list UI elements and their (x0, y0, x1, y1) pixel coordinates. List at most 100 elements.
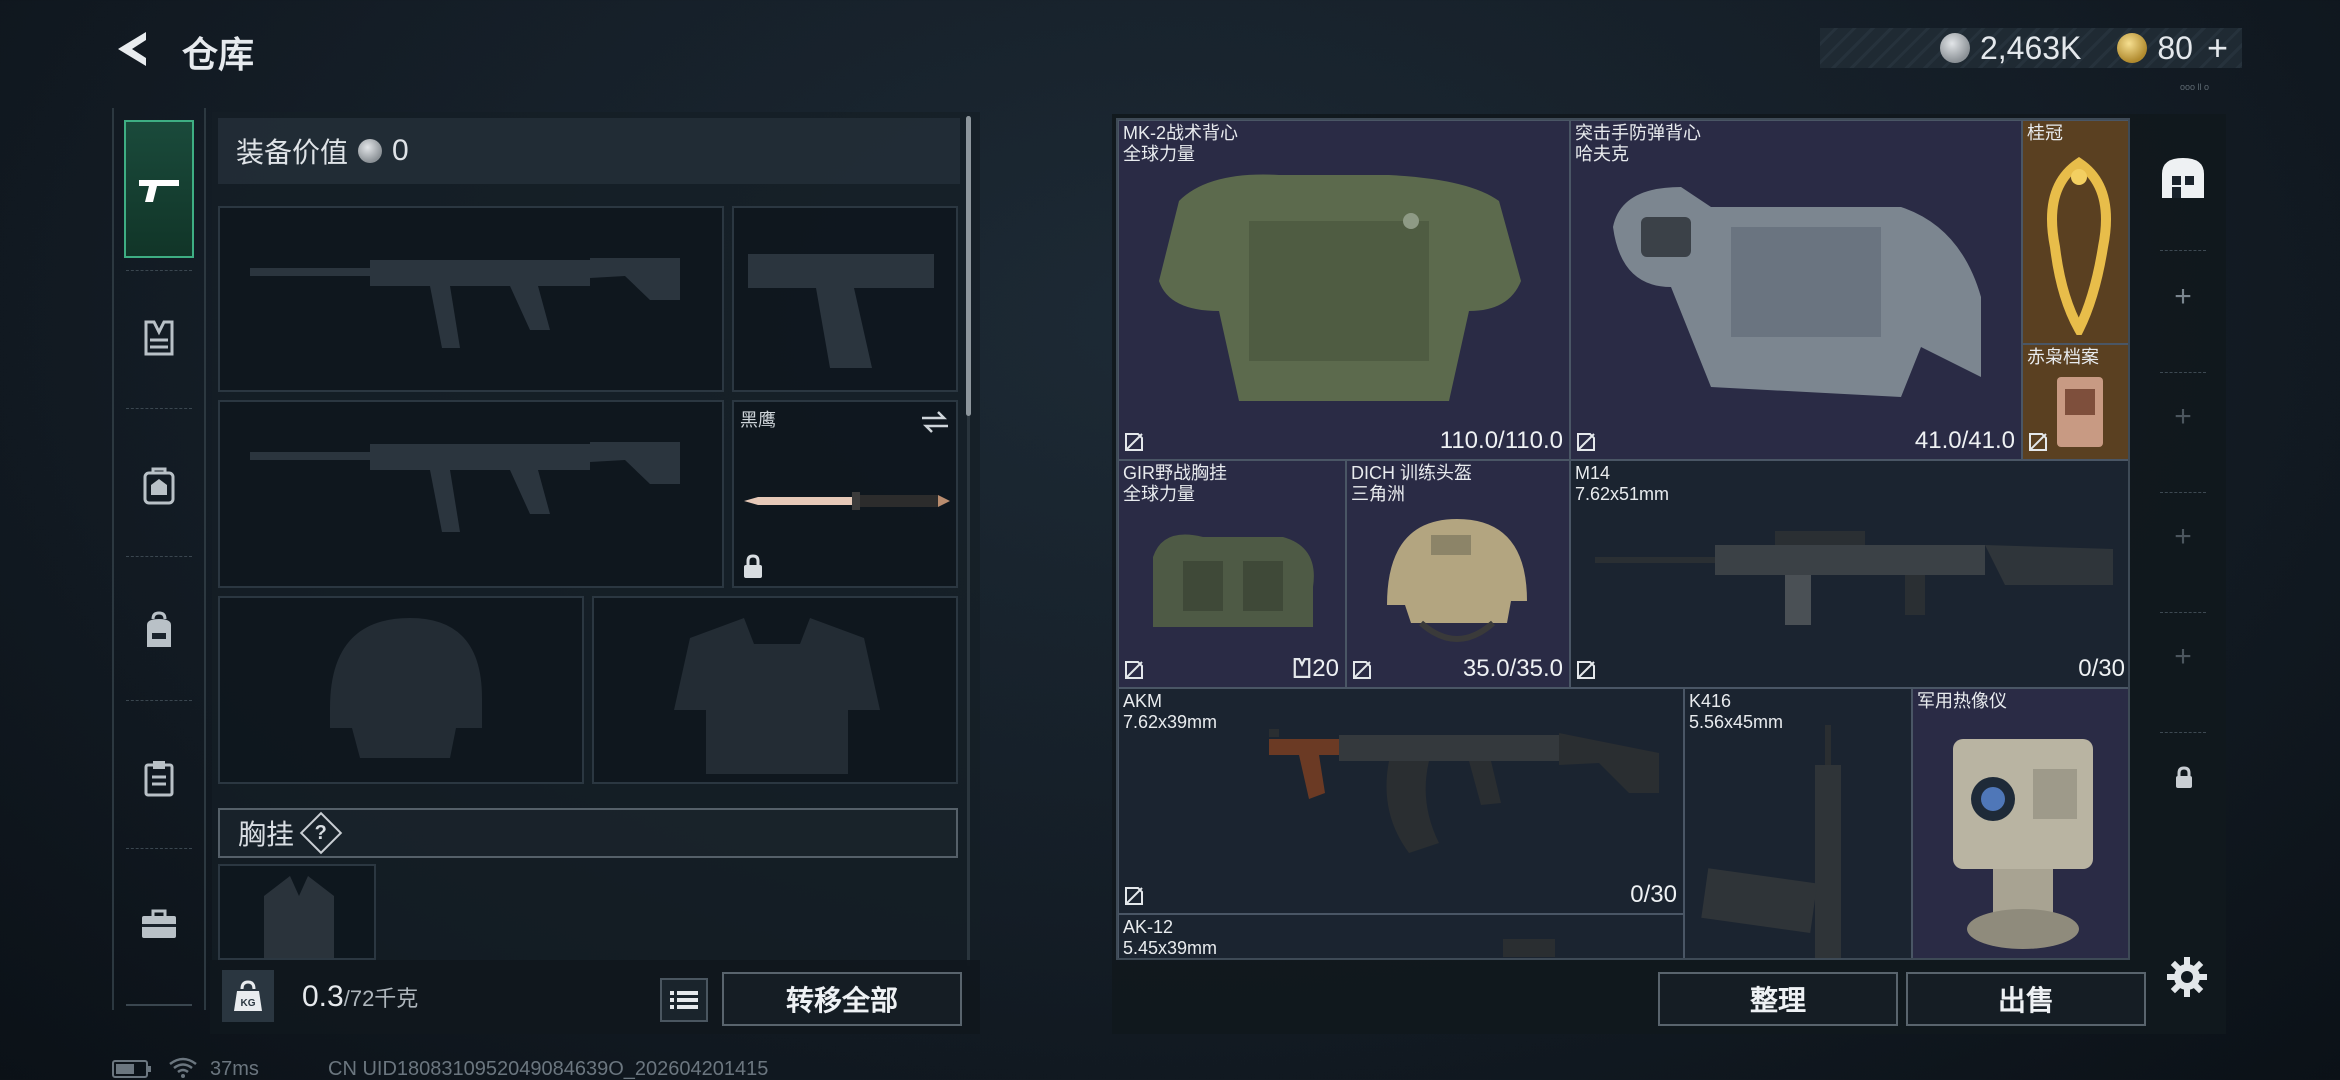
helmet-icon (1387, 519, 1527, 642)
clipboard-icon (144, 761, 174, 797)
tactical-vest-icon (1159, 174, 1521, 401)
kettlebell-icon: KG (234, 980, 262, 1011)
item-name: AKM 7.62x39mm (1123, 691, 1218, 732)
stash-item[interactable]: AK-12 5.45x39mm (1118, 914, 1684, 958)
stash-home-icon[interactable] (2158, 154, 2208, 202)
silver-coin-icon (1939, 33, 1970, 63)
battery-icon (112, 1060, 151, 1078)
sidebar-divider (126, 556, 192, 557)
vest-silhouette-icon (674, 618, 880, 774)
bound-item-icon (1577, 433, 1595, 451)
item-durability: 41.0/41.0 (1914, 427, 2015, 454)
help-button[interactable]: ? (299, 811, 343, 855)
item-name: DICH 训练头盔 三角洲 (1351, 463, 1472, 504)
svg-text:KG: KG (241, 998, 256, 1009)
bound-item-icon (1125, 433, 1143, 451)
toolbox-icon (142, 909, 176, 938)
gold-amount: 80 (2157, 29, 2193, 66)
sidearm-slot[interactable] (732, 206, 958, 392)
back-arrow-icon (118, 32, 146, 66)
sell-button[interactable]: 出售 (1906, 972, 2146, 1026)
m14-rifle-icon (1595, 531, 2113, 625)
bound-item-icon (1125, 887, 1143, 905)
sidebar-divider (126, 1004, 192, 1006)
melee-slot[interactable]: 黑鹰 (732, 400, 958, 588)
helmet-slot[interactable] (218, 596, 584, 784)
weight-max: /72千克 (343, 986, 419, 1011)
sidebar-tab-backpack[interactable] (124, 594, 194, 666)
stash-item[interactable]: GIR野战胸挂 全球力量 20 (1118, 460, 1346, 688)
item-durability: 35.0/35.0 (1462, 655, 1563, 682)
sidebar-tab-weapons[interactable] (124, 120, 194, 258)
rifle-silhouette-icon (250, 442, 680, 532)
weight-readout: 0.3/72千克 (302, 980, 418, 1014)
chest-rig-icon (144, 320, 174, 356)
body-armor-slot[interactable] (592, 596, 958, 784)
wifi-icon (169, 1057, 197, 1078)
stash-item[interactable]: 军用热像仪 (1912, 688, 2128, 958)
rail-divider (2160, 612, 2206, 613)
ak12-rifle-icon (1503, 939, 1555, 957)
list-view-button[interactable] (660, 978, 708, 1022)
helmet-silhouette-icon (330, 618, 482, 758)
stash-item[interactable]: MK-2战术背心 全球力量 110.0/110.0 (1118, 120, 1570, 460)
help-icon: ? (314, 821, 328, 844)
item-ammo-count: 0/30 (2078, 655, 2125, 682)
sidebar-divider (126, 270, 192, 271)
add-stash-page-button[interactable]: + (2168, 642, 2198, 672)
akm-rifle-icon (1269, 729, 1659, 853)
sort-button[interactable]: 整理 (1658, 972, 1898, 1026)
stash-grid: MK-2战术背心 全球力量 110.0/110.0 突击手防弹背心 哈夫克 41.0… (1116, 118, 2130, 960)
sidebar-tab-tools[interactable] (124, 888, 194, 960)
backpack-icon (147, 611, 171, 647)
gear-icon[interactable] (2166, 956, 2208, 998)
gold-topup-button[interactable]: + (2207, 27, 2228, 69)
bound-item-icon (1353, 661, 1371, 679)
thermal-imager-icon (1953, 739, 2093, 949)
chest-rig-section-header: 胸挂 ? (218, 808, 958, 858)
swap-icon[interactable] (920, 410, 950, 434)
loadout-scrollbar[interactable] (966, 116, 971, 416)
gold-coin-icon (2117, 33, 2148, 63)
stash-item[interactable]: 突击手防弹背心 哈夫克 41.0/41.0 (1570, 120, 2022, 460)
chest-rig-slot[interactable] (218, 864, 376, 960)
stash-item[interactable]: DICH 训练头盔 三角洲 35.0/35.0 (1346, 460, 1570, 688)
sidebar-tab-tasks[interactable] (124, 742, 194, 814)
add-stash-page-button[interactable]: + (2168, 522, 2198, 552)
pistol-icon (139, 180, 179, 202)
sidebar-divider (126, 700, 192, 701)
bound-item-icon (1577, 661, 1595, 679)
stash-item[interactable]: 桂冠 (2022, 120, 2128, 344)
backpack-armor-icon (143, 467, 175, 505)
item-name: MK-2战术背心 全球力量 (1123, 123, 1239, 164)
sidebar-tab-chest-rig[interactable] (124, 302, 194, 374)
item-name: AK-12 5.45x39mm (1123, 917, 1218, 958)
stash-item[interactable]: M14 7.62x51mm 0/30 (1570, 460, 2128, 688)
currency-bar: 2,463K 80 + (1820, 27, 2242, 69)
rail-divider (2160, 732, 2206, 733)
item-name: 赤枭档案 (2027, 347, 2099, 367)
add-stash-page-button[interactable]: + (2168, 282, 2198, 312)
item-name: 军用热像仪 (1917, 691, 2007, 711)
item-durability: 110.0/110.0 (1439, 427, 1563, 454)
bound-item-icon (2029, 433, 2047, 451)
primary-weapon-slot-2[interactable] (218, 400, 724, 588)
weight-icon: KG (222, 970, 274, 1022)
back-button[interactable] (110, 24, 160, 74)
stash-item[interactable]: 赤枭档案 (2022, 344, 2128, 460)
body-armor-icon (1613, 187, 1981, 397)
transfer-all-button[interactable]: 转移全部 (722, 972, 962, 1026)
rail-divider (2160, 492, 2206, 493)
sidebar-tab-armor[interactable] (124, 450, 194, 522)
ping-readout: 37ms (210, 1058, 259, 1080)
version-tag: ooo ll o (2180, 82, 2210, 92)
stash-item[interactable]: AKM 7.62x39mm 0/30 (1118, 688, 1684, 914)
equipment-value-label: 装备价值 (236, 137, 349, 168)
primary-weapon-slot-1[interactable] (218, 206, 724, 392)
combat-knife-icon (744, 492, 950, 510)
stash-item[interactable]: K416 5.56x45mm (1684, 688, 1912, 958)
item-name: 突击手防弹背心 哈夫克 (1575, 123, 1701, 164)
pistol-silhouette-icon (748, 254, 934, 368)
chest-rig-silhouette-icon (264, 876, 334, 958)
add-stash-page-button[interactable]: + (2168, 402, 2198, 432)
